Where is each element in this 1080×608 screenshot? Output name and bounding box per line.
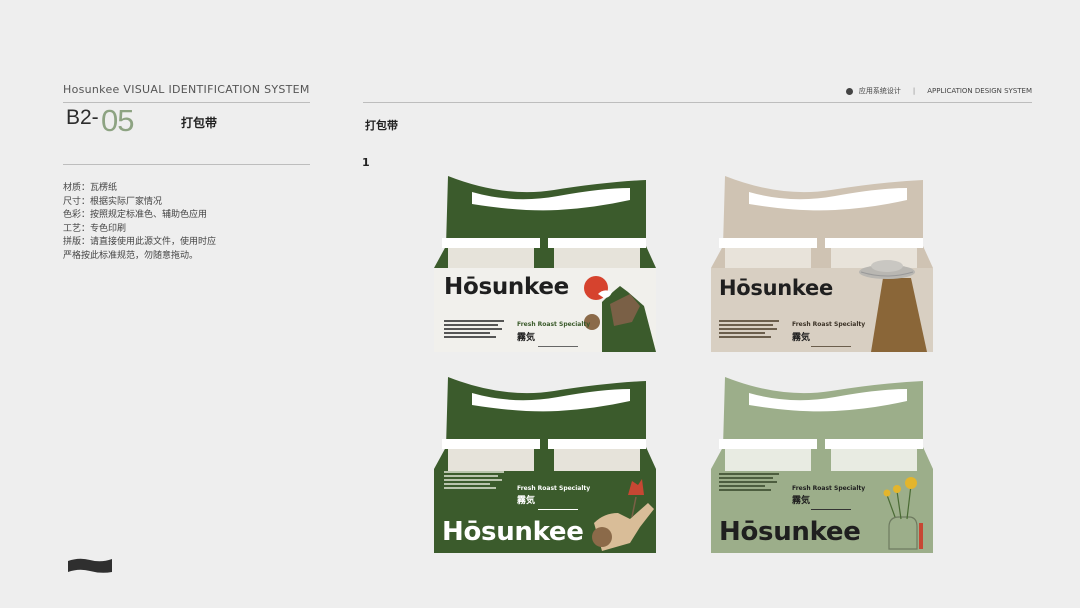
section-code-number: 05 <box>101 103 134 138</box>
item-number: 1 <box>362 156 370 169</box>
header-right-en: APPLICATION DESIGN SYSTEM <box>927 87 1032 95</box>
fine-print <box>444 320 514 338</box>
spec-item: 严格按此标准规范，勿随意拖动。 <box>63 250 199 261</box>
tagline-underline <box>811 346 851 347</box>
tagline-cn: 霧気 <box>792 333 811 343</box>
tagline-cn: 霧気 <box>792 496 811 506</box>
pack-sage-bottom: Fresh Roast Specialty 霧気 Hōsunkee <box>711 377 933 553</box>
header-right: 应用系统设计 | APPLICATION DESIGN SYSTEM <box>845 86 1032 96</box>
spec-item: 色彩：按照规定标准色、辅助色应用 <box>63 210 208 221</box>
spec-item: 拼版：请直接使用此源文件，使用时应 <box>63 237 217 248</box>
fine-print <box>719 473 789 491</box>
spec-item: 材质：瓦楞纸 <box>63 183 118 193</box>
spec-item: 尺寸：根据实际厂家情况 <box>63 196 163 207</box>
brand-logo: Hōsunkee <box>719 517 861 547</box>
header-separator: | <box>912 87 916 95</box>
section-divider <box>63 164 310 165</box>
tagline-underline <box>811 509 851 510</box>
tagline: Fresh Roast Specialty <box>792 321 866 328</box>
tagline-cn: 霧気 <box>517 496 536 506</box>
system-title: Hosunkee VISUAL IDENTIFICATION SYSTEM <box>63 83 310 96</box>
tagline: Fresh Roast Specialty <box>517 321 591 328</box>
spec-list: 材质：瓦楞纸 尺寸：根据实际厂家情况 色彩：按照规定标准色、辅助色应用 工艺：专… <box>63 182 216 264</box>
section-title: 打包带 <box>181 116 218 130</box>
bullet-icon <box>845 87 853 95</box>
tagline: Fresh Roast Specialty <box>792 485 866 492</box>
pack-beige-top: Hōsunkee Fresh Roast Specialty 霧気 <box>711 176 933 352</box>
tagline-underline <box>538 509 578 510</box>
spec-item: 工艺：专色印刷 <box>63 223 127 234</box>
brand-logo: Hōsunkee <box>719 276 833 300</box>
brand-logo: Hōsunkee <box>444 274 569 300</box>
tagline: Fresh Roast Specialty <box>517 485 591 492</box>
fine-print <box>444 471 514 489</box>
brand-logo: Hōsunkee <box>442 517 584 547</box>
fine-print <box>719 320 789 338</box>
pack-green-top: Hōsunkee Fresh Roast Specialty 霧気 <box>434 176 656 352</box>
wave-logo-icon <box>68 558 112 573</box>
tagline-underline <box>538 346 578 347</box>
main-title: 打包带 <box>365 119 398 132</box>
header-right-cn: 应用系统设计 <box>858 87 901 95</box>
pack-green-bottom: Fresh Roast Specialty 霧気 Hōsunkee <box>434 377 656 553</box>
header-divider-right <box>363 102 1032 103</box>
tagline-cn: 霧気 <box>517 333 536 343</box>
section-code-prefix: B2- <box>66 106 99 129</box>
